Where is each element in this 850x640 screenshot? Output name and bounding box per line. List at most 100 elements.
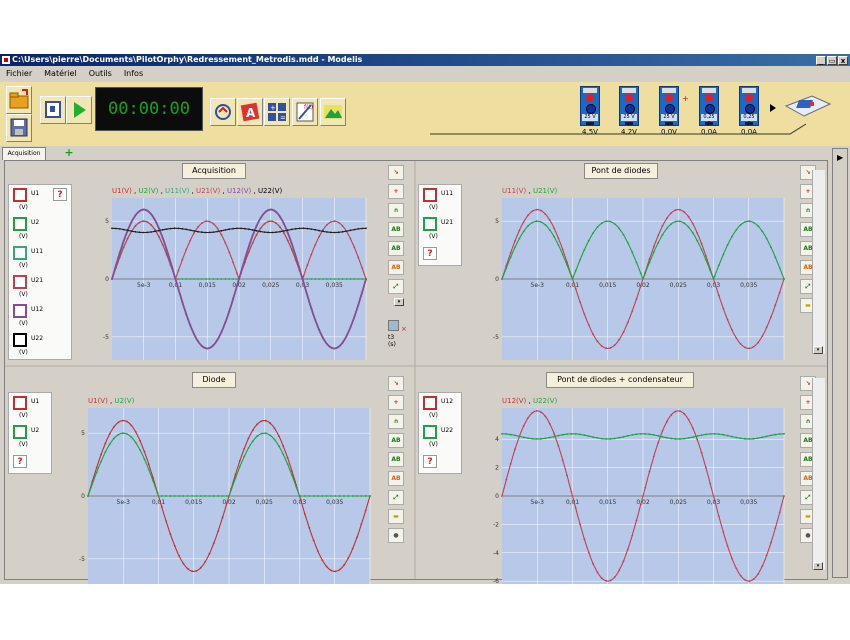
acquisition-settings-button[interactable] xyxy=(40,96,66,124)
magnifier-tool-icon[interactable]: ● xyxy=(388,528,404,543)
pont-de-diodes-chart[interactable]: U11(V) , U21(V)5e-3 0,01 0,015 0,02 0,025 0,0… xyxy=(486,184,786,360)
data-point xyxy=(247,447,250,449)
scroll-down-icon[interactable]: ▾ xyxy=(813,346,823,354)
legend-item-u11[interactable]: U11 (V) xyxy=(13,246,63,274)
function-fx-icon: f(t) xyxy=(296,102,314,122)
modelisation-button[interactable] xyxy=(210,98,236,126)
legend-item-u11[interactable]: U11 (V) xyxy=(423,188,473,216)
legend-item-u2[interactable]: U2 (V) xyxy=(13,217,63,245)
maximize-button[interactable]: ▭ xyxy=(827,56,837,65)
right-collapse-bar[interactable]: ▶ xyxy=(832,148,848,578)
help-icon[interactable]: ? xyxy=(423,247,437,260)
delta-cursor-tool-icon[interactable]: AB xyxy=(388,260,404,275)
series-header-label: U21(V) xyxy=(533,187,558,195)
close-icon[interactable]: × xyxy=(401,325,407,333)
data-point xyxy=(177,269,180,272)
help-icon[interactable]: ? xyxy=(423,455,437,468)
diode-chart[interactable]: U1(V) , U2(V) 5e-3 0,01 0,015 0,02 0,025 0,03 0… xyxy=(72,394,372,584)
start-acquisition-button[interactable] xyxy=(66,96,92,124)
y-tick-label: 0 xyxy=(495,493,499,500)
menu-materiel[interactable]: Matériel xyxy=(38,66,83,82)
data-point xyxy=(561,253,564,256)
scroll-down-icon[interactable]: ▾ xyxy=(394,298,404,306)
menu-infos[interactable]: Infos xyxy=(118,66,149,82)
data-point xyxy=(299,498,302,501)
acquisition-chart[interactable]: U1(V) , U2(V) , U11(V) , U21(V) , U12(V)… xyxy=(96,184,368,360)
cursor-tool-icon[interactable]: ↘ xyxy=(388,165,404,180)
data-point xyxy=(181,278,184,280)
data-point xyxy=(193,278,195,280)
annotation-button[interactable]: A xyxy=(237,98,263,126)
menu-fichier[interactable]: Fichier xyxy=(0,66,38,82)
vertical-scrollbar[interactable]: ▾ xyxy=(812,378,825,570)
legend-item-u22[interactable]: U22 (V) xyxy=(13,333,63,361)
data-point xyxy=(739,437,742,440)
data-point xyxy=(592,562,594,565)
x-tick-label: 0,03 xyxy=(293,499,307,506)
legend-item-u12[interactable]: U12 (V) xyxy=(423,396,473,424)
legend-item-u2[interactable]: U2 (V) xyxy=(13,425,63,453)
delta-cursor-tool-icon[interactable]: AB xyxy=(388,471,404,486)
empty-area xyxy=(0,584,850,640)
measure-tool-icon[interactable]: AB xyxy=(388,222,404,237)
data-point xyxy=(587,239,590,242)
legend-item-u12[interactable]: U12 (V) xyxy=(13,304,63,332)
open-file-button[interactable] xyxy=(6,86,32,114)
zoom-fit-tool-icon[interactable]: ⤢ xyxy=(388,279,404,294)
legend-item-u21[interactable]: U21 (V) xyxy=(423,217,473,245)
data-point xyxy=(150,213,152,215)
sensor-meter-1[interactable]: 25 V xyxy=(580,86,600,126)
data-point xyxy=(216,278,219,280)
measure-tool-icon[interactable]: AB xyxy=(388,433,404,448)
delta-tool-icon[interactable]: AB xyxy=(388,241,404,256)
zoom-fit-tool-icon[interactable]: ⤢ xyxy=(388,490,404,505)
function-button[interactable]: f(t) xyxy=(292,98,318,126)
sensor-meter-4[interactable]: 0,25 A xyxy=(699,86,719,127)
crosshair-tool-icon[interactable]: + xyxy=(388,184,404,199)
tangent-tool-icon[interactable]: ∩ xyxy=(388,414,404,429)
help-icon[interactable]: ? xyxy=(13,455,27,468)
save-button[interactable] xyxy=(6,114,32,142)
help-icon[interactable]: ? xyxy=(53,188,67,201)
data-point xyxy=(232,261,235,264)
delta-tool-icon[interactable]: AB xyxy=(388,452,404,467)
legend-item-u21[interactable]: U21 (V) xyxy=(13,275,63,303)
data-point xyxy=(243,455,246,458)
add-tab-icon[interactable]: + xyxy=(64,147,74,158)
data-point xyxy=(683,412,686,415)
sensor-meter-3[interactable]: 25 V xyxy=(659,86,679,126)
x-tick-label: 0,025 xyxy=(262,282,279,289)
data-point xyxy=(700,434,703,436)
condensateur-chart[interactable]: U12(V) , U22(V)5e-3 0,01 0,015 0,02 0,025 0,0… xyxy=(486,394,786,584)
data-point xyxy=(185,248,188,251)
data-point xyxy=(234,477,237,479)
data-point xyxy=(169,533,172,536)
sensor-meter-5[interactable]: 0,25 A xyxy=(739,86,759,127)
calculator-button[interactable]: + = xyxy=(264,98,290,126)
minimize-button[interactable]: _ xyxy=(816,56,826,65)
data-point xyxy=(189,229,192,231)
y-tick-label: -5 xyxy=(103,334,109,341)
fill-tool-icon[interactable]: ▬ xyxy=(388,509,404,524)
legend-item-u22[interactable]: U22 (V) xyxy=(423,425,473,453)
data-point xyxy=(609,438,612,440)
data-point xyxy=(220,331,223,333)
data-point xyxy=(347,557,350,559)
data-point xyxy=(256,435,259,438)
tab-acquisition[interactable]: Acquisition xyxy=(2,147,46,160)
crosshair-tool-icon[interactable]: + xyxy=(388,395,404,410)
data-point xyxy=(318,229,320,232)
legend-item-u1[interactable]: U1 (V) xyxy=(13,396,63,424)
tangent-tool-icon[interactable]: ∩ xyxy=(388,203,404,218)
sensor-meter-2[interactable]: 25 V xyxy=(619,86,639,126)
scroll-down-icon[interactable]: ▾ xyxy=(813,562,823,570)
cursor-tool-icon[interactable]: ↘ xyxy=(388,376,404,391)
graph-button[interactable] xyxy=(320,98,346,126)
data-point xyxy=(91,483,94,485)
data-point xyxy=(208,347,211,349)
close-button[interactable]: x xyxy=(838,56,848,65)
vertical-scrollbar[interactable]: ▾ xyxy=(812,170,825,354)
menu-outils[interactable]: Outils xyxy=(83,66,118,82)
data-point xyxy=(739,574,742,577)
data-point xyxy=(639,272,642,275)
